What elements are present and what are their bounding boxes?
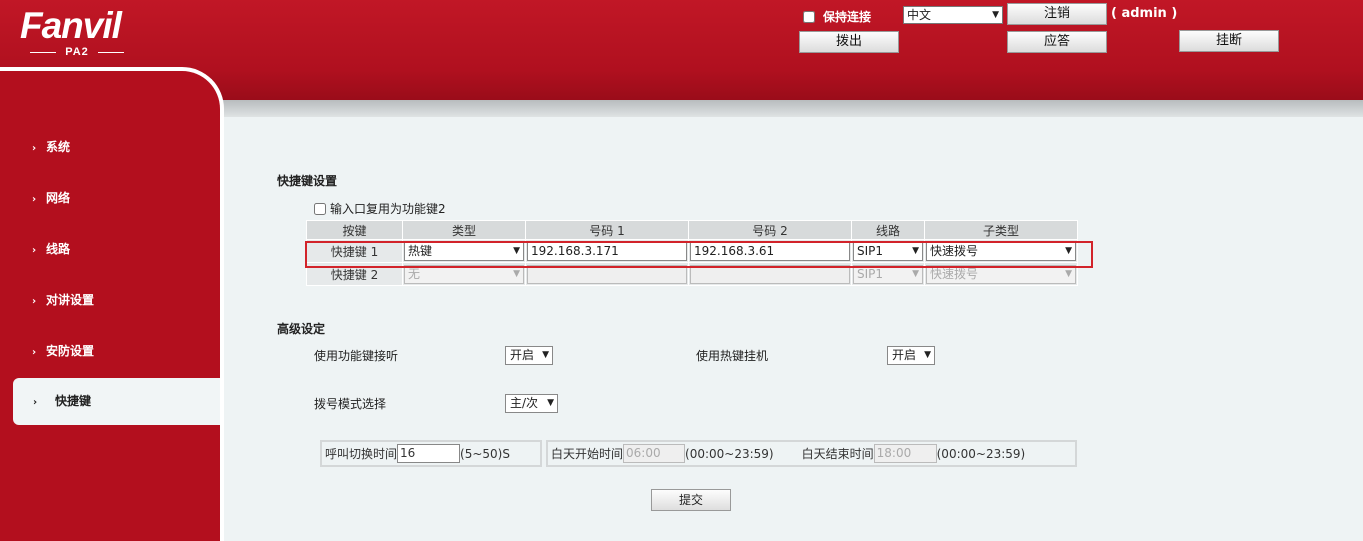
- use-fn-answer-select[interactable]: 开启 ▼: [505, 346, 553, 365]
- dial-out-button[interactable]: 拨出: [799, 31, 899, 53]
- sidebar-item-label: 系统: [46, 140, 71, 154]
- key-name: 快捷键 1: [306, 239, 403, 263]
- table-row: 快捷键 1 热键 ▼ 192.168.3.171 192.168.3.61 SIP…: [306, 239, 1078, 263]
- line-select[interactable]: SIP1 ▼: [853, 264, 923, 284]
- sidebar-item-line[interactable]: › 线路: [0, 227, 220, 271]
- day-start-label: 白天开始时间: [551, 447, 624, 461]
- logo-name: Fanvil: [20, 5, 122, 46]
- header-shadow: [222, 100, 1363, 117]
- call-switch-label: 呼叫切换时间: [325, 447, 398, 461]
- column-header: 号码 1: [525, 220, 689, 240]
- sidebar-item-label: 线路: [46, 242, 71, 256]
- column-header: 类型: [402, 220, 526, 240]
- day-end-range: (00:00~23:59): [936, 446, 1026, 461]
- type-select[interactable]: 无 ▼: [404, 264, 524, 284]
- chevron-right-icon: ›: [32, 245, 37, 256]
- use-hotkey-hangup-label: 使用热键挂机: [696, 349, 769, 363]
- key-name: 快捷键 2: [306, 262, 403, 286]
- chevron-right-icon: ›: [32, 194, 37, 205]
- subtype-value: 快速拨号: [930, 243, 979, 258]
- answer-button[interactable]: 应答: [1007, 31, 1107, 53]
- language-select[interactable]: 中文 ▼: [903, 6, 1003, 24]
- submit-button[interactable]: 提交: [651, 489, 731, 511]
- dropdown-arrow-icon: ▼: [992, 10, 999, 20]
- input-reuse-label: 输入口复用为功能键2: [330, 202, 446, 216]
- hangup-button[interactable]: 挂断: [1179, 30, 1279, 52]
- line-value: SIP1: [857, 243, 884, 258]
- sidebar-item-intercom[interactable]: › 对讲设置: [0, 278, 220, 322]
- call-switch-input[interactable]: 16: [397, 444, 461, 463]
- keep-online-checkbox[interactable]: [803, 10, 815, 23]
- use-fn-answer-label: 使用功能键接听: [314, 349, 399, 363]
- call-switch-time-group: 呼叫切换时间 16 (5~50)S: [320, 440, 542, 467]
- dropdown-arrow-icon: ▼: [547, 398, 554, 408]
- dropdown-arrow-icon: ▼: [912, 268, 919, 279]
- sidebar-item-label: 安防设置: [46, 344, 95, 358]
- sidebar-item-label: 网络: [46, 191, 71, 205]
- table-row: 快捷键 2 无 ▼ SIP1 ▼ 快速拨号 ▼: [306, 262, 1078, 286]
- use-fn-answer-value: 开启: [510, 348, 535, 362]
- sidebar-item-system[interactable]: › 系统: [0, 125, 220, 169]
- hotkey-settings-title: 快捷键设置: [277, 174, 338, 188]
- use-hotkey-hangup-select[interactable]: 开启 ▼: [887, 346, 935, 365]
- type-value: 热键: [408, 243, 433, 258]
- language-value: 中文: [907, 8, 932, 22]
- dropdown-arrow-icon: ▼: [924, 350, 931, 360]
- line-select[interactable]: SIP1 ▼: [853, 241, 923, 261]
- line-value: SIP1: [857, 266, 884, 281]
- subtype-select[interactable]: 快速拨号 ▼: [926, 241, 1076, 261]
- column-header: 线路: [851, 220, 925, 240]
- sidebar-item-label: 快捷键: [55, 394, 92, 408]
- number2-input[interactable]: [690, 264, 850, 284]
- subtype-select[interactable]: 快速拨号 ▼: [926, 264, 1076, 284]
- day-start-input[interactable]: 06:00: [623, 444, 686, 463]
- input-reuse-control[interactable]: 输入口复用为功能键2: [314, 200, 446, 217]
- day-time-group: 白天开始时间 06:00 (00:00~23:59) 白天结束时间 18:00 …: [546, 440, 1077, 467]
- type-value: 无: [408, 266, 421, 281]
- number1-input[interactable]: 192.168.3.171: [527, 241, 687, 261]
- day-end-label: 白天结束时间: [801, 447, 874, 461]
- column-header: 子类型: [924, 220, 1078, 240]
- logo-model: PA2: [22, 46, 132, 58]
- chevron-right-icon: ›: [33, 397, 38, 408]
- dial-mode-value: 主/次: [510, 396, 539, 410]
- dropdown-arrow-icon: ▼: [1065, 245, 1072, 256]
- chevron-right-icon: ›: [32, 143, 37, 154]
- number2-input[interactable]: 192.168.3.61: [690, 241, 850, 261]
- advanced-settings-title: 高级设定: [277, 322, 326, 336]
- dial-mode-select[interactable]: 主/次 ▼: [505, 394, 558, 413]
- sidebar-item-label: 对讲设置: [46, 293, 95, 307]
- use-hotkey-hangup-value: 开启: [892, 348, 917, 362]
- call-switch-range: (5~50)S: [460, 446, 510, 461]
- sidebar-item-security[interactable]: › 安防设置: [0, 329, 220, 373]
- logout-button[interactable]: 注销: [1007, 3, 1107, 25]
- keep-online-control[interactable]: 保持连接: [803, 8, 871, 25]
- sidebar: › 系统 › 网络 › 线路 › 对讲设置 › 安防设置 › 快捷键: [0, 67, 224, 541]
- dropdown-arrow-icon: ▼: [513, 268, 520, 279]
- sidebar-item-hotkeys[interactable]: › 快捷键: [13, 378, 220, 425]
- dropdown-arrow-icon: ▼: [912, 245, 919, 256]
- dropdown-arrow-icon: ▼: [1065, 268, 1072, 279]
- column-header: 按键: [306, 220, 403, 240]
- number1-input[interactable]: [527, 264, 687, 284]
- type-select[interactable]: 热键 ▼: [404, 241, 524, 261]
- day-end-input[interactable]: 18:00: [873, 444, 937, 463]
- day-start-range: (00:00~23:59): [685, 446, 774, 461]
- dial-mode-label: 拨号模式选择: [314, 397, 387, 411]
- column-header: 号码 2: [688, 220, 852, 240]
- hotkey-table: 按键 类型 号码 1 号码 2 线路 子类型 快捷键 1 热键 ▼ 192.168…: [306, 220, 1078, 286]
- fanvil-logo: Fanvil PA2: [20, 5, 124, 58]
- current-user: ( admin ): [1111, 6, 1178, 21]
- subtype-value: 快速拨号: [930, 266, 979, 281]
- dropdown-arrow-icon: ▼: [542, 350, 549, 360]
- keep-online-label: 保持连接: [823, 10, 872, 24]
- dropdown-arrow-icon: ▼: [513, 245, 520, 256]
- table-header-row: 按键 类型 号码 1 号码 2 线路 子类型: [306, 220, 1078, 240]
- chevron-right-icon: ›: [32, 347, 37, 358]
- sidebar-item-network[interactable]: › 网络: [0, 176, 220, 220]
- chevron-right-icon: ›: [32, 296, 37, 307]
- input-reuse-checkbox[interactable]: [314, 202, 326, 215]
